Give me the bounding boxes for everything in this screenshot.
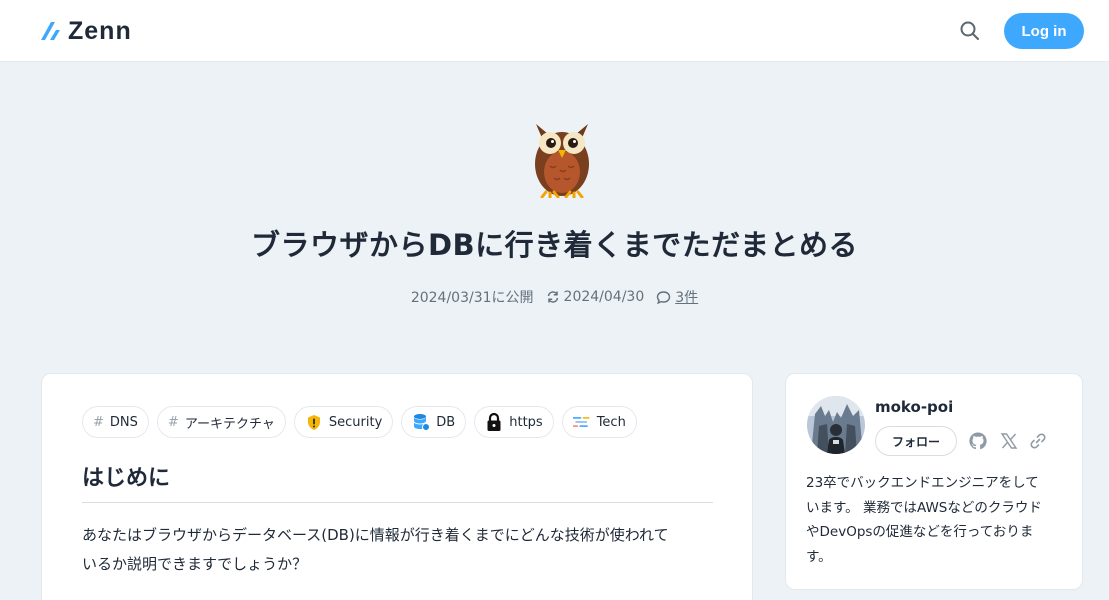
article-body-card: # DNS # アーキテクチャ Security DB https Tech は…: [41, 373, 753, 600]
site-header: Zenn Log in: [0, 0, 1109, 62]
search-button[interactable]: [958, 19, 982, 43]
comments-group[interactable]: 3件: [656, 287, 698, 307]
zenn-logo-icon: [41, 22, 60, 40]
bio-line: 23卒でバックエンドエンジニアをして: [806, 475, 1039, 491]
tag-label: Security: [328, 414, 383, 430]
bio-line: やDevOpsの促進などを行っておりま: [806, 524, 1034, 540]
github-link[interactable]: [967, 430, 989, 452]
owl-emoji-icon: [535, 124, 589, 198]
logo-text: Zenn: [68, 16, 132, 45]
search-icon: [960, 21, 979, 40]
section-heading: はじめに: [82, 460, 713, 503]
article-title: ブラウザからDBに行き着くまでただまとめる: [250, 228, 859, 262]
bio-line: います。 業務ではAWSなどのクラウド: [806, 499, 1042, 516]
tag-label: DB: [436, 414, 456, 430]
article-meta: 2024/03/31に公開 2024/04/30 3件: [0, 287, 1109, 307]
follow-button[interactable]: フォロー: [875, 426, 957, 456]
shield-warning-icon: [305, 413, 323, 431]
github-icon: [969, 432, 987, 450]
topic-tags: # DNS # アーキテクチャ Security DB https Tech: [82, 406, 637, 438]
login-button[interactable]: Log in: [1004, 13, 1084, 49]
author-card: moko-poi フォロー 23卒でバックエンドエンジニアをして います。 業務…: [785, 373, 1083, 590]
tag-tech[interactable]: Tech: [561, 406, 637, 438]
hash-icon: #: [93, 414, 104, 430]
x-link[interactable]: [998, 430, 1020, 452]
comment-icon: [657, 290, 671, 304]
published-date: 2024/03/31に公開: [410, 290, 534, 306]
updated-date: 2024/04/30: [563, 289, 645, 305]
paragraph-line: あなたはブラウザからデータベース(DB)に情報が行き着くまでにどんな技術が使われ…: [82, 526, 669, 544]
updated-date-group: 2024/04/30: [546, 289, 645, 305]
zenn-logo[interactable]: Zenn: [40, 17, 132, 45]
tag-https[interactable]: https: [474, 406, 554, 438]
author-name[interactable]: moko-poi: [875, 398, 953, 416]
tag-security[interactable]: Security: [293, 406, 394, 438]
tech-lines-icon: [572, 413, 591, 431]
hash-icon: #: [167, 414, 179, 430]
tag-dns[interactable]: # DNS: [82, 406, 149, 438]
x-icon: [1000, 433, 1018, 449]
link-icon: [1030, 433, 1046, 449]
tag-label: アーキテクチャ: [184, 416, 275, 432]
article-paragraph: あなたはブラウザからデータベース(DB)に情報が行き着くまでにどんな技術が使われ…: [82, 521, 722, 579]
tag-label: https: [509, 414, 543, 430]
paragraph-line: いるか説明できますでしょうか？: [82, 555, 308, 573]
lock-icon: [485, 412, 503, 431]
comments-link[interactable]: 3件: [675, 287, 698, 307]
author-bio: 23卒でバックエンドエンジニアをして います。 業務ではAWSなどのクラウド や…: [806, 471, 1068, 569]
database-icon: [412, 413, 431, 431]
tag-db[interactable]: DB: [401, 406, 467, 438]
bio-line: す。: [806, 548, 832, 565]
website-link[interactable]: [1027, 430, 1049, 452]
tag-label: Tech: [596, 414, 626, 430]
refresh-icon: [547, 291, 558, 303]
tag-architecture[interactable]: # アーキテクチャ: [156, 406, 286, 438]
avatar[interactable]: [807, 396, 865, 454]
tag-label: DNS: [109, 414, 138, 430]
